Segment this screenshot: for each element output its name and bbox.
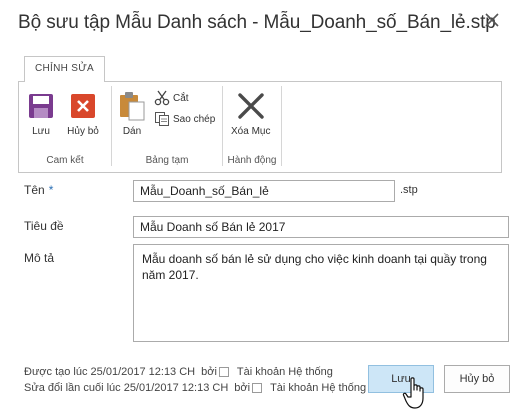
ribbon-cut-button[interactable]: Cắt	[154, 90, 189, 106]
ribbon-copy-label: Sao chép	[173, 113, 216, 125]
ribbon-copy-button[interactable]: Sao chép	[154, 111, 215, 127]
group-divider	[281, 86, 282, 166]
created-by-checkbox[interactable]	[218, 367, 229, 377]
name-label: Tên *	[24, 183, 53, 197]
ribbon-save-button[interactable]: Lưu	[25, 90, 57, 137]
tab-edit[interactable]: CHỈNH SỬA	[24, 56, 106, 82]
ribbon: Lưu Hủy bỏ Cam kết Dán Cắt Sao chép Bảng…	[18, 81, 502, 173]
created-info: Được tạo lúc 25/01/2017 12:13 CH bởi Tài…	[24, 366, 333, 378]
created-by-prefix: bởi	[201, 366, 217, 378]
close-button[interactable]	[482, 10, 502, 30]
modified-info: Sửa đổi lần cuối lúc 25/01/2017 12:13 CH…	[24, 382, 366, 394]
ribbon-paste-button[interactable]: Dán	[116, 90, 148, 137]
modified-text: Sửa đổi lần cuối lúc 25/01/2017 12:13 CH	[24, 382, 229, 394]
name-label-text: Tên	[24, 183, 45, 197]
delete-icon	[235, 90, 267, 122]
close-icon[interactable]	[485, 13, 499, 27]
cancel-button[interactable]: Hủy bỏ	[444, 365, 510, 393]
name-input[interactable]	[133, 180, 395, 202]
ribbon-group-actions: Xóa Mục Hành động	[223, 82, 281, 172]
ribbon-delete-button[interactable]: Xóa Mục	[231, 90, 270, 137]
ribbon-cut-label: Cắt	[173, 92, 189, 104]
created-by-user[interactable]: Tài khoản Hệ thống	[237, 366, 333, 378]
ribbon-cancel-label: Hủy bỏ	[67, 126, 99, 137]
scissors-icon	[154, 90, 170, 106]
group-label-clipboard: Bảng tạm	[145, 155, 189, 166]
description-label: Mô tả	[24, 251, 55, 265]
description-textarea[interactable]: Mẫu doanh số bán lẻ sử dụng cho việc kin…	[133, 244, 509, 342]
ribbon-paste-label: Dán	[122, 126, 142, 137]
group-label-actions: Hành động	[227, 155, 277, 166]
name-suffix: .stp	[400, 184, 418, 196]
title-label: Tiêu đề	[24, 219, 64, 233]
save-button[interactable]: Lưu	[368, 365, 434, 393]
ribbon-save-label: Lưu	[32, 126, 50, 137]
group-label-commit: Cam kết	[46, 155, 84, 166]
save-icon	[25, 90, 57, 122]
modified-by-checkbox[interactable]	[252, 383, 263, 393]
modified-by-user[interactable]: Tài khoản Hệ thống	[270, 382, 366, 394]
copy-icon	[154, 111, 170, 127]
cancel-icon	[67, 90, 99, 122]
ribbon-delete-label: Xóa Mục	[231, 126, 271, 137]
dialog-title: Bộ sưu tập Mẫu Danh sách - Mẫu_Doanh_số_…	[18, 12, 496, 33]
required-marker: *	[48, 183, 54, 197]
paste-icon	[116, 90, 148, 122]
ribbon-group-clipboard: Dán Cắt Sao chép Bảng tạm	[112, 82, 222, 172]
ribbon-group-commit: Lưu Hủy bỏ Cam kết	[19, 82, 111, 172]
title-input[interactable]	[133, 216, 509, 238]
modified-by-prefix: bởi	[234, 382, 251, 394]
ribbon-cancel-button[interactable]: Hủy bỏ	[67, 90, 99, 137]
created-text: Được tạo lúc 25/01/2017 12:13 CH	[24, 366, 196, 378]
